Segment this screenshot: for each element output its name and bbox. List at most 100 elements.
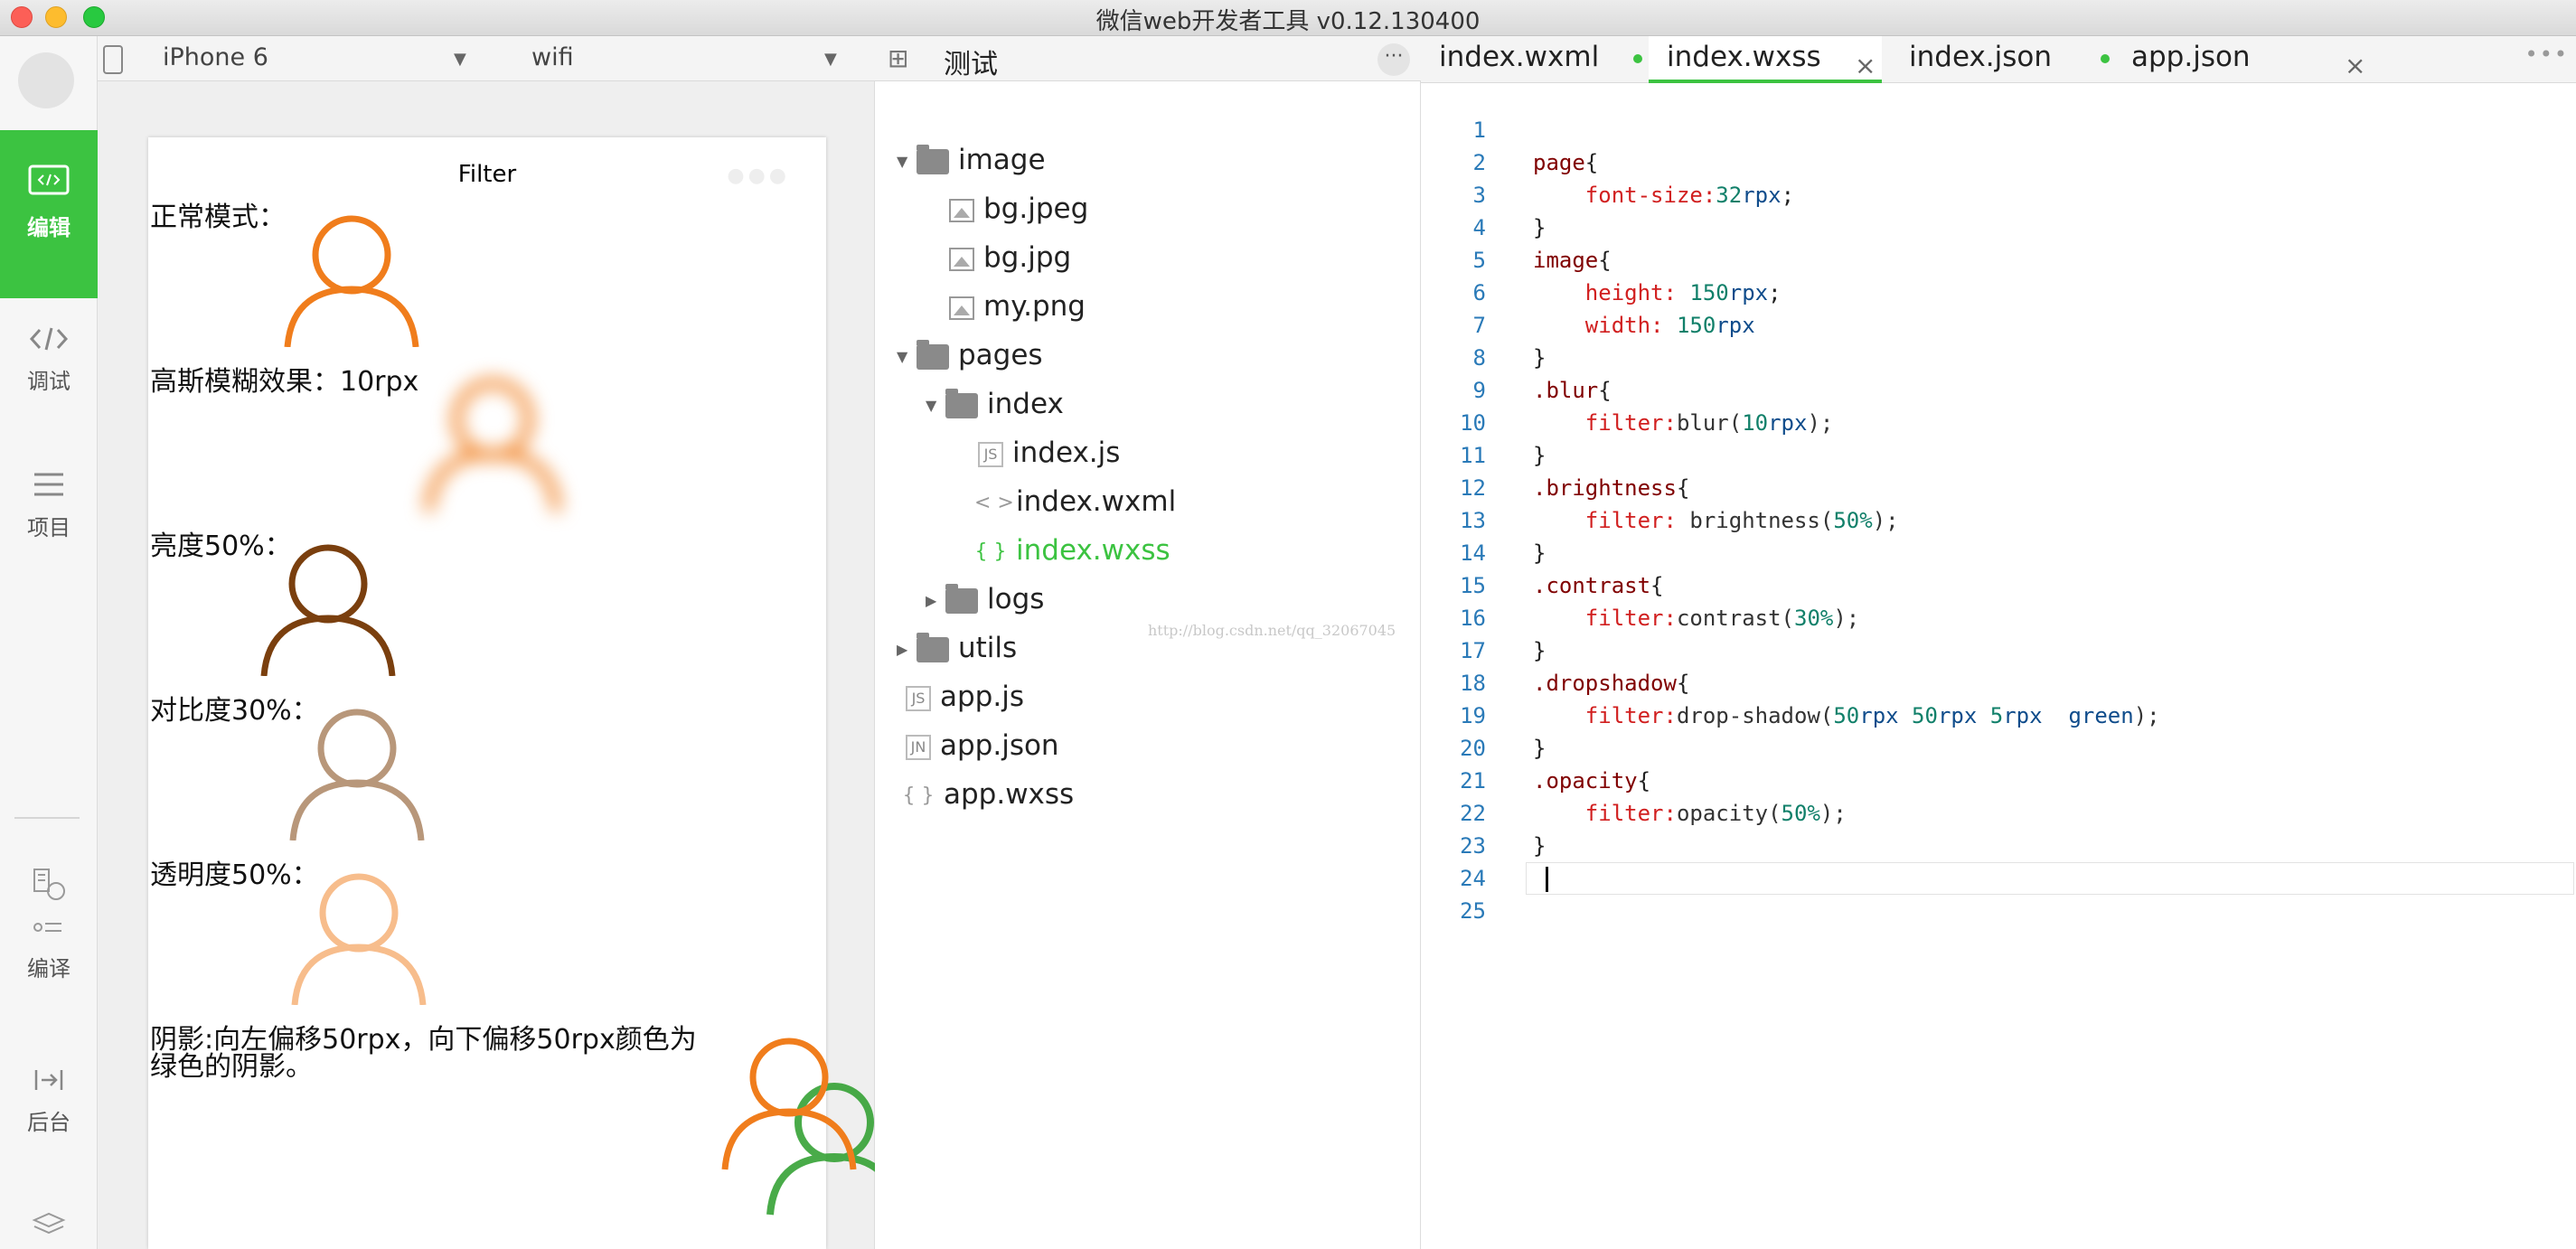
code-token: .dropshadow xyxy=(1533,671,1677,696)
close-icon[interactable]: × xyxy=(1855,45,1876,87)
file-tree-header: ⊞ 测试 ··· xyxy=(875,36,1421,81)
file-tree-pane: ⊞ 测试 ··· ▼ image bg.jpeg bg.jpg my.png ▼ p… xyxy=(875,36,1421,1249)
code-token: 5 xyxy=(1989,703,2004,728)
code-area[interactable]: page{ font-size:32rpx;} image{ height: 15… xyxy=(1533,83,2572,1249)
network-select[interactable]: wifi xyxy=(531,43,574,71)
person-icon-blurred xyxy=(425,379,560,512)
nav-menu-dots[interactable]: ●●● xyxy=(727,164,790,187)
tree-file-index-wxml[interactable]: < >index.wxml xyxy=(974,477,1176,526)
image-file-icon xyxy=(949,296,974,320)
tab-label: index.json xyxy=(1909,41,2053,73)
tree-toggle-icon[interactable]: ⊞ xyxy=(888,43,908,73)
tree-item-label: bg.jpg xyxy=(983,241,1072,274)
window-title: 微信web开发者工具 v0.12.130400 xyxy=(1095,8,1481,35)
tree-file-app-js[interactable]: JS app.js xyxy=(902,672,1024,721)
editor-tabs: index.wxml index.wxss × index.json app.j… xyxy=(1421,36,2576,83)
code-token: 50 xyxy=(1912,703,1938,728)
person-icon-contrast xyxy=(289,709,425,840)
code-line: } xyxy=(1533,732,1546,765)
line-number: 14 xyxy=(1460,540,1486,566)
code-line: filter:drop-shadow(50rpx 50rpx 5rpx gree… xyxy=(1533,700,2160,732)
sidebar-item-project[interactable]: 项目 xyxy=(0,470,98,587)
more-icon[interactable]: ••• xyxy=(2525,42,2569,67)
tab-index-wxml[interactable]: index.wxml xyxy=(1421,36,1649,83)
chevron-down-icon[interactable]: ▼ xyxy=(454,50,466,69)
avatar[interactable] xyxy=(18,52,74,108)
code-token: { xyxy=(1584,150,1599,175)
caret-right-icon: ▶ xyxy=(897,640,908,658)
close-icon[interactable]: × xyxy=(2345,45,2365,87)
tab-index-wxss[interactable]: index.wxss × xyxy=(1649,36,1882,83)
line-number: 24 xyxy=(1460,866,1486,891)
folder-icon xyxy=(917,632,949,662)
tree-folder-index[interactable]: ▼ index xyxy=(926,380,1064,428)
line-number: 19 xyxy=(1460,703,1486,728)
sidebar-item-label: 编译 xyxy=(27,956,71,981)
chevron-down-icon[interactable]: ▼ xyxy=(824,50,837,69)
code-line: } xyxy=(1533,634,1546,667)
tree-file-app-json[interactable]: JN app.json xyxy=(902,721,1059,770)
text-cursor xyxy=(1546,867,1548,892)
sidebar-item-compile[interactable]: 编译 xyxy=(0,868,98,1039)
code-token: filter: xyxy=(1533,508,1690,533)
code-box-icon xyxy=(28,164,70,195)
image-file-icon xyxy=(949,198,974,222)
tree-file-app-wxss[interactable]: { } app.wxss xyxy=(902,770,1075,819)
tree-item-label: logs xyxy=(987,583,1045,615)
sidebar-item-layers[interactable] xyxy=(0,1211,98,1249)
tree-file-bg-jpeg[interactable]: bg.jpeg xyxy=(945,184,1088,233)
code-line: font-size:32rpx; xyxy=(1533,179,1794,211)
left-sidebar: 编辑 调试 项目 编译 后台 xyxy=(0,36,98,1249)
tree-folder-pages[interactable]: ▼ pages xyxy=(897,331,1043,380)
line-number: 17 xyxy=(1460,638,1486,663)
code-token: 50% xyxy=(1833,508,1873,533)
tree-folder-image[interactable]: ▼ image xyxy=(897,136,1046,184)
code-token: { xyxy=(1598,378,1612,403)
code-token: 50% xyxy=(1781,801,1820,826)
code-token: 10 xyxy=(1742,410,1769,436)
code-line: .brightness{ xyxy=(1533,472,1689,504)
tree-item-label: app.wxss xyxy=(944,778,1075,811)
code-token: } xyxy=(1533,540,1547,566)
tree-item-label: app.js xyxy=(940,681,1024,713)
wxml-file-icon: < > xyxy=(974,491,1014,514)
more-icon[interactable]: ··· xyxy=(1377,43,1410,76)
line-number: 6 xyxy=(1472,280,1486,305)
tree-folder-logs[interactable]: ▶ logs xyxy=(926,575,1044,624)
tab-app-json[interactable]: app.json × xyxy=(2113,36,2384,83)
sidebar-item-debug[interactable]: 调试 xyxy=(0,325,98,443)
code-token: page xyxy=(1533,150,1585,175)
code-token: .contrast xyxy=(1533,573,1651,598)
tree-file-index-wxss[interactable]: { } index.wxss xyxy=(974,526,1170,575)
sidebar-item-label: 后台 xyxy=(27,1110,71,1135)
phone-icon[interactable] xyxy=(103,45,123,74)
code-token: image xyxy=(1533,248,1599,273)
sidebar-item-backend[interactable]: 后台 xyxy=(0,1066,98,1184)
wxss-file-icon: { } xyxy=(902,784,935,807)
code-token: rpx green xyxy=(2003,703,2134,728)
page-title: Filter xyxy=(457,161,517,188)
tab-index-json[interactable]: index.json xyxy=(1882,36,2113,83)
tree-folder-utils[interactable]: ▶ utils xyxy=(897,624,1017,672)
code-line: } xyxy=(1533,439,1546,472)
code-token: rpx xyxy=(1742,183,1782,208)
tree-item-label: my.png xyxy=(983,290,1086,323)
tree-file-bg-jpg[interactable]: bg.jpg xyxy=(945,233,1071,282)
line-number: 16 xyxy=(1460,606,1486,631)
tree-file-my-png[interactable]: my.png xyxy=(945,282,1086,331)
code-line: } xyxy=(1533,537,1546,569)
simulator-pane: iPhone 6 ▼ wifi ▼ Filter ●●● 正常模式： 高斯模糊效… xyxy=(98,36,902,1249)
code-line: image{ xyxy=(1533,244,1612,277)
code-token: } xyxy=(1533,345,1547,371)
tree-item-label: app.json xyxy=(940,729,1059,762)
simulator-toolbar: iPhone 6 ▼ wifi ▼ xyxy=(98,36,875,81)
tree-file-index-js[interactable]: JS index.js xyxy=(974,428,1120,477)
code-token: contrast( xyxy=(1676,606,1794,631)
line-number: 8 xyxy=(1472,345,1486,371)
device-select[interactable]: iPhone 6 xyxy=(163,43,268,71)
line-number: 1 xyxy=(1472,117,1486,143)
sidebar-item-edit[interactable]: 编辑 xyxy=(0,130,98,298)
person-icon xyxy=(284,215,419,347)
code-token: filter: xyxy=(1533,801,1677,826)
title-bar: 微信web开发者工具 v0.12.130400 xyxy=(0,0,2576,36)
